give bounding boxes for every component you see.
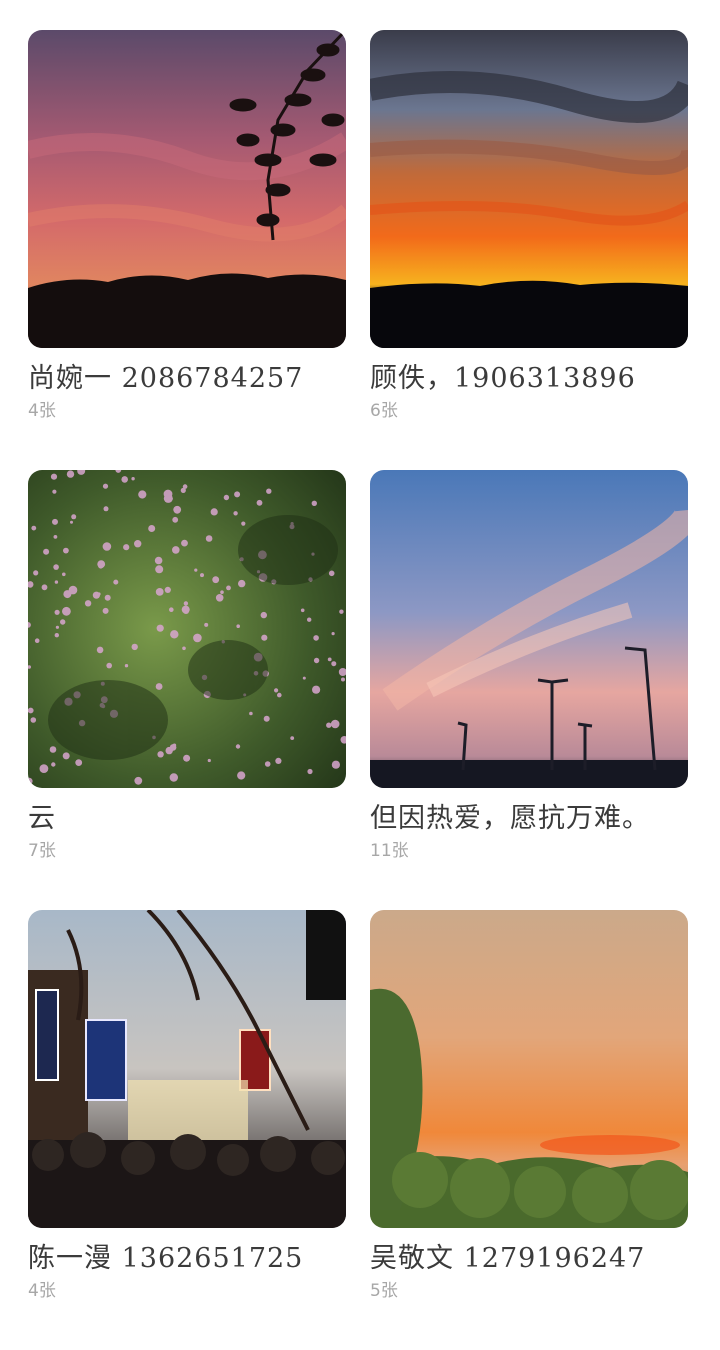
album-title: 陈一漫 1362651725 <box>28 1243 304 1274</box>
album-card[interactable]: 陈一漫 1362651725 4张 <box>28 910 346 1350</box>
album-cover-image[interactable] <box>28 470 346 788</box>
album-photo-count: 4张 <box>28 1281 56 1301</box>
album-title: 顾佚，1906313896 <box>370 363 636 394</box>
album-title: 云 <box>28 803 56 834</box>
album-card[interactable]: 顾佚，1906313896 6张 <box>370 30 688 470</box>
album-cover-image[interactable] <box>370 30 688 348</box>
album-card[interactable]: 尚婉一 2086784257 4张 <box>28 30 346 470</box>
album-cover-image[interactable] <box>370 470 688 788</box>
album-photo-count: 11张 <box>370 841 409 861</box>
album-card[interactable]: 吴敬文 1279196247 5张 <box>370 910 688 1350</box>
album-card[interactable]: 但因热爱，愿抗万难。 11张 <box>370 470 688 910</box>
album-photo-count: 7张 <box>28 841 56 861</box>
album-title: 尚婉一 2086784257 <box>28 363 304 394</box>
album-photo-count: 4张 <box>28 401 56 421</box>
album-photo-count: 6张 <box>370 401 398 421</box>
album-grid: 尚婉一 2086784257 4张 顾佚，1906313896 6张 云 7张 … <box>28 30 688 1350</box>
album-card[interactable]: 云 7张 <box>28 470 346 910</box>
album-cover-image[interactable] <box>28 910 346 1228</box>
album-title: 吴敬文 1279196247 <box>370 1243 646 1274</box>
album-cover-image[interactable] <box>370 910 688 1228</box>
album-cover-image[interactable] <box>28 30 346 348</box>
album-photo-count: 5张 <box>370 1281 398 1301</box>
album-title: 但因热爱，愿抗万难。 <box>370 803 650 834</box>
